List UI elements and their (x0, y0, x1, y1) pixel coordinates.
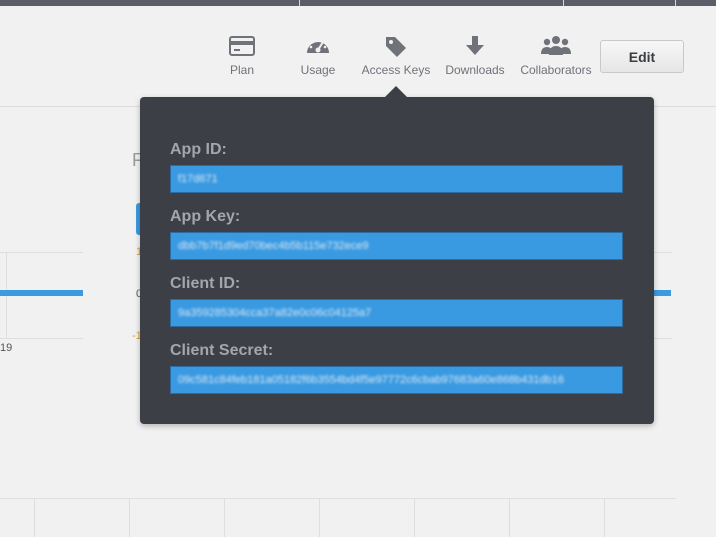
grid-line (654, 338, 672, 339)
speedometer-icon (303, 34, 333, 58)
client-id-field[interactable]: 9a359285304cca37a82e0c06c04125a7 (170, 299, 623, 327)
client-secret-value: 09c581c84feb181a05182f6b3554bd4f5e97772c… (178, 374, 564, 386)
nav-downloads[interactable]: Downloads (444, 34, 506, 77)
x-tick-label: 19 (0, 342, 13, 354)
nav-plan-label: Plan (229, 63, 255, 77)
grid-line (654, 252, 672, 253)
client-id-label: Client ID: (170, 275, 241, 292)
nav-collaborators[interactable]: Collaborators (519, 34, 593, 77)
download-arrow-icon (460, 34, 490, 58)
grid-line (0, 338, 83, 339)
chart-series-line (0, 290, 83, 296)
access-keys-popover: App ID: f17d671 App Key: dbb7b7f1d9ed70b… (140, 86, 654, 424)
client-secret-field[interactable]: 09c581c84feb181a05182f6b3554bd4f5e97772c… (170, 366, 623, 394)
group-icon (541, 34, 571, 58)
app-key-value: dbb7b7f1d9ed70bec4b5b115e732ece9 (178, 240, 369, 252)
nav-collaborators-label: Collaborators (520, 63, 592, 77)
grid-line (509, 498, 510, 537)
grid-line (34, 498, 35, 537)
app-id-field[interactable]: f17d671 (170, 165, 623, 193)
credit-card-icon (227, 34, 257, 58)
tag-icon (381, 34, 411, 58)
chart-series-line (654, 290, 671, 296)
app-key-field[interactable]: dbb7b7f1d9ed70bec4b5b115e732ece9 (170, 232, 623, 260)
popover-arrow (385, 86, 407, 97)
edit-button[interactable]: Edit (600, 40, 684, 73)
app-id-value: f17d671 (178, 173, 218, 185)
grid-line (319, 498, 320, 537)
nav-usage[interactable]: Usage (300, 34, 336, 77)
grid-line (604, 498, 605, 537)
grid-line (129, 498, 130, 537)
app-id-label: App ID: (170, 141, 227, 158)
app-key-label: App Key: (170, 208, 241, 225)
nav-downloads-label: Downloads (445, 63, 505, 77)
nav-usage-label: Usage (300, 63, 336, 77)
grid-line (0, 498, 676, 499)
grid-line (224, 498, 225, 537)
nav-access-keys[interactable]: Access Keys (362, 34, 430, 77)
nav-plan[interactable]: Plan (227, 34, 257, 77)
grid-line (414, 498, 415, 537)
client-id-value: 9a359285304cca37a82e0c06c04125a7 (178, 307, 372, 319)
nav-access-keys-label: Access Keys (361, 63, 431, 77)
grid-line (0, 252, 83, 253)
client-secret-label: Client Secret: (170, 342, 274, 359)
